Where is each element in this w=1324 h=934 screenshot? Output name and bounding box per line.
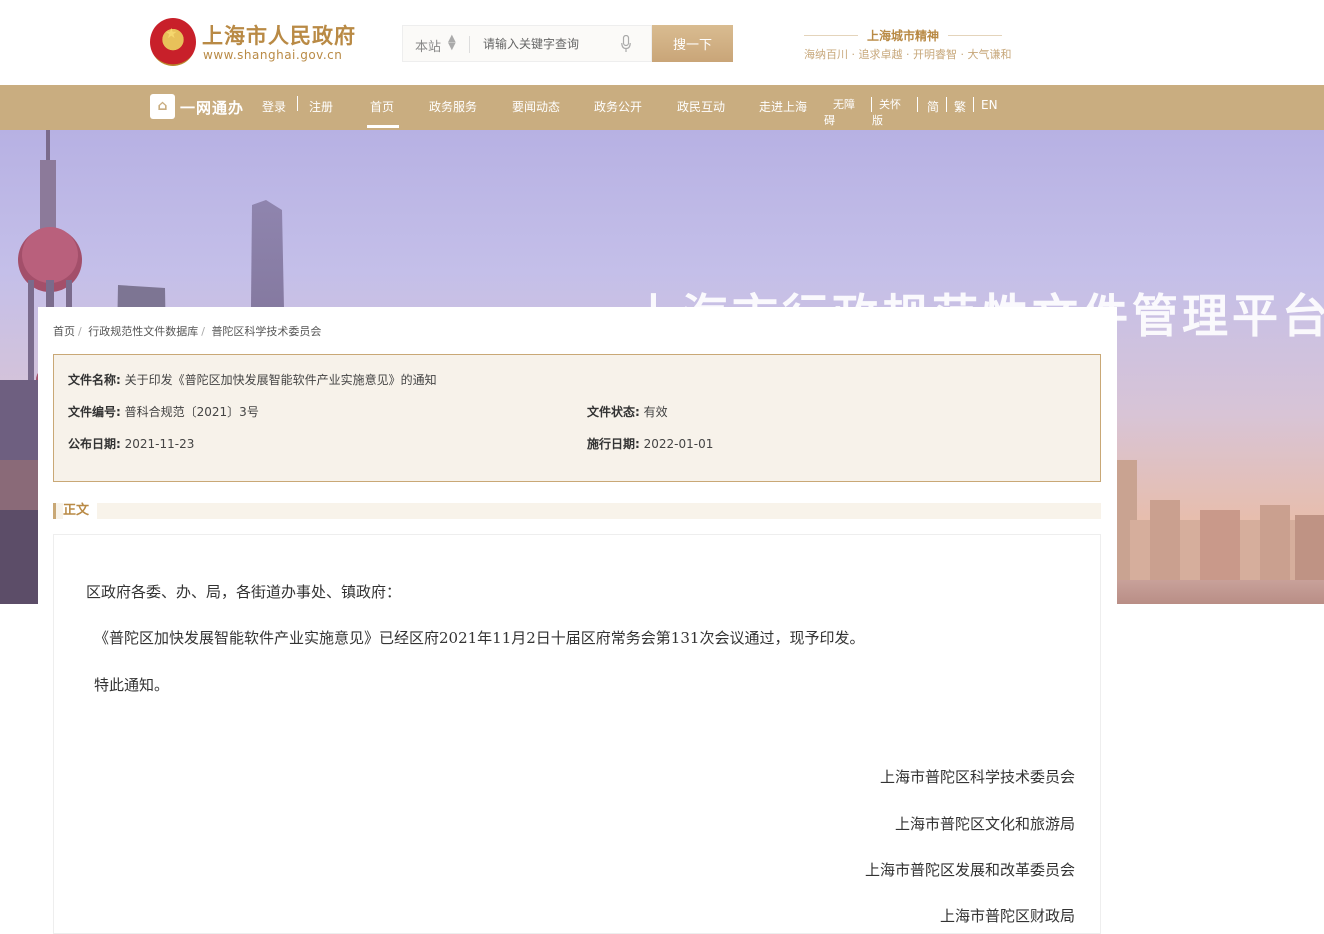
- document-meta: 文件名称: 关于印发《普陀区加快发展智能软件产业实施意见》的通知 文件编号: 普…: [53, 354, 1101, 482]
- meta-file-status: 文件状态: 有效: [587, 403, 668, 420]
- divider: [871, 97, 872, 112]
- search-input[interactable]: [483, 34, 613, 54]
- care-mode-link[interactable]: 关怀 版: [872, 97, 901, 129]
- signature-line: 上海市普陀区发展和改革委员会: [864, 861, 1075, 879]
- accessibility-link[interactable]: 无障 碍: [824, 97, 855, 129]
- signature-line: 上海市普陀区科学技术委员会: [879, 768, 1075, 786]
- signature-line: 上海市普陀区财政局: [939, 907, 1075, 925]
- nav-item-home[interactable]: 首页: [370, 98, 394, 115]
- ywtb-icon[interactable]: ⌂: [150, 94, 175, 119]
- care-label-2: 版: [872, 114, 883, 127]
- meta-publish-date: 公布日期: 2021-11-23: [68, 435, 194, 452]
- search-button[interactable]: 搜一下: [652, 25, 733, 62]
- breadcrumb: 首页 / 行政规范性文件数据库 / 普陀区科学技术委员会: [53, 323, 321, 339]
- section-accent: [53, 503, 56, 519]
- traditional-chinese-link[interactable]: 繁: [954, 98, 966, 115]
- meta-label: 文件名称:: [68, 373, 121, 387]
- meta-value: 普科合规范〔2021〕3号: [124, 405, 259, 419]
- login-link[interactable]: 登录: [262, 98, 286, 115]
- english-link[interactable]: EN: [981, 98, 998, 112]
- national-emblem-logo[interactable]: ★: [150, 18, 196, 66]
- breadcrumb-home[interactable]: 首页: [53, 325, 75, 338]
- site-header: ★ 上海市人民政府 www.shanghai.gov.cn 本站 ▲▼ 搜一下 …: [0, 0, 1324, 85]
- meta-value: 2022-01-01: [643, 437, 714, 451]
- document-body: 区政府各委、办、局，各街道办事处、镇政府： 《普陀区加快发展智能软件产业实施意见…: [53, 534, 1101, 934]
- nav-item-interaction[interactable]: 政民互动: [677, 98, 725, 115]
- search-scope-select[interactable]: 本站: [415, 36, 441, 55]
- main-nav: ⌂ 一网通办 登录 注册 首页 政务服务 要闻动态 政务公开 政民互动 走进上海…: [0, 85, 1324, 130]
- document-content: 首页 / 行政规范性文件数据库 / 普陀区科学技术委员会 文件名称: 关于印发《普陀…: [38, 307, 1117, 934]
- meta-effective-date: 施行日期: 2022-01-01: [587, 435, 713, 452]
- meta-label: 公布日期:: [68, 437, 121, 451]
- section-title: 正文: [63, 503, 98, 519]
- nav-item-disclosure[interactable]: 政务公开: [594, 98, 642, 115]
- microphone-icon[interactable]: [621, 35, 631, 53]
- meta-value: 2021-11-23: [124, 437, 195, 451]
- search-box: 本站 ▲ ▼: [402, 25, 652, 62]
- divider: [469, 36, 470, 53]
- nav-item-news[interactable]: 要闻动态: [512, 98, 560, 115]
- accessibility-label-2: 碍: [824, 114, 835, 127]
- accessibility-label-1: 无障: [833, 98, 855, 111]
- breadcrumb-separator: /: [78, 325, 82, 338]
- divider: [297, 96, 298, 111]
- site-title[interactable]: 上海市人民政府: [202, 20, 356, 50]
- meta-label: 施行日期:: [587, 437, 640, 451]
- divider: [973, 97, 974, 112]
- nav-item-services[interactable]: 政务服务: [429, 98, 477, 115]
- divider: [948, 35, 1002, 36]
- section-header: 正文: [53, 503, 1101, 519]
- simplified-chinese-link[interactable]: 简: [927, 98, 939, 115]
- site-url: www.shanghai.gov.cn: [203, 48, 343, 62]
- register-link[interactable]: 注册: [309, 98, 333, 115]
- meta-value: 有效: [643, 405, 668, 419]
- meta-value: 关于印发《普陀区加快发展智能软件产业实施意见》的通知: [124, 373, 437, 387]
- nav-active-indicator: [367, 125, 399, 128]
- breadcrumb-database[interactable]: 行政规范性文件数据库: [88, 325, 198, 338]
- meta-file-name: 文件名称: 关于印发《普陀区加快发展智能软件产业实施意见》的通知: [68, 371, 437, 388]
- breadcrumb-separator: /: [201, 325, 205, 338]
- divider: [946, 97, 947, 112]
- ywtb-link[interactable]: 一网通办: [180, 97, 244, 118]
- meta-label: 文件状态:: [587, 405, 640, 419]
- city-spirit-subtitle: 海纳百川 · 追求卓越 · 开明睿智 · 大气谦和: [804, 48, 1012, 61]
- body-paragraph: 《普陀区加快发展智能软件产业实施意见》已经区府2021年11月2日十届区府常务会…: [94, 629, 865, 647]
- signature-line: 上海市普陀区文化和旅游局: [894, 815, 1075, 833]
- meta-file-number: 文件编号: 普科合规范〔2021〕3号: [68, 403, 259, 420]
- closing-notice: 特此通知。: [94, 676, 170, 694]
- nav-item-about-shanghai[interactable]: 走进上海: [759, 98, 807, 115]
- salutation: 区政府各委、办、局，各街道办事处、镇政府：: [86, 583, 402, 601]
- care-label-1: 关怀: [879, 98, 901, 111]
- breadcrumb-current[interactable]: 普陀区科学技术委员会: [211, 325, 321, 338]
- updown-arrow-icon[interactable]: ▲ ▼: [448, 34, 456, 52]
- meta-label: 文件编号:: [68, 405, 121, 419]
- divider: [917, 97, 918, 112]
